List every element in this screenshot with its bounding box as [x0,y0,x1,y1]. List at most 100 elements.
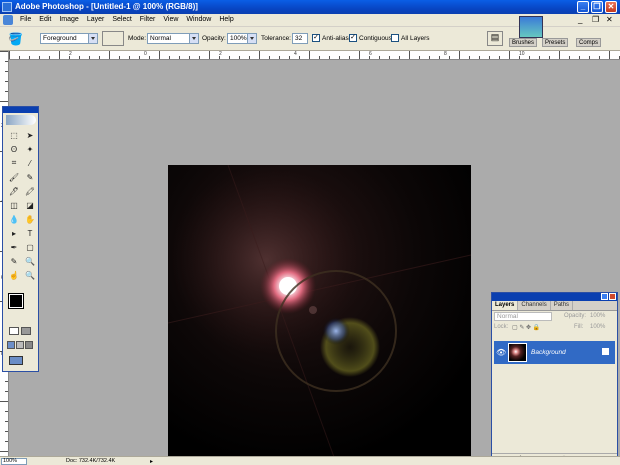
mode-select[interactable]: Normal [147,33,199,44]
menu-list: File Edit Image Layer Select Filter View Window… [16,16,238,23]
standard-screen-icon[interactable] [7,341,15,349]
ruler-tick [5,411,8,412]
tool-7-icon[interactable]: ✎ [23,171,37,183]
full-screen-icon[interactable] [25,341,33,349]
pattern-picker[interactable] [102,31,124,46]
layers-palette-header[interactable] [492,293,617,301]
jump-to-imageready-icon[interactable] [9,356,23,365]
ruler-tick [609,51,610,59]
menu-window[interactable]: Window [182,16,215,23]
menu-select[interactable]: Select [108,16,135,23]
fill-source-select[interactable]: Foreground [40,33,98,44]
tool-8-icon[interactable]: 🖊 [7,185,21,197]
tool-15-icon[interactable]: T [23,227,37,239]
ruler-label: 10 [519,51,525,57]
menu-filter[interactable]: Filter [136,16,160,23]
tool-2-icon[interactable]: ʘ [7,143,21,155]
ruler-tick [5,81,8,82]
mode-value: Normal [150,35,171,42]
ruler-tick [209,51,210,59]
comps-tab[interactable]: Comps [576,38,602,47]
foreground-color-swatch[interactable] [8,293,24,309]
title-bar: Adobe Photoshop - [Untitled-1 @ 100% (RG… [0,0,620,14]
ruler-tick [0,401,8,402]
menu-edit[interactable]: Edit [35,16,55,23]
menu-layer[interactable]: Layer [83,16,109,23]
status-menu-arrow-icon[interactable]: ▸ [150,458,153,465]
doc-minimize-button[interactable]: _ [578,15,582,24]
ruler-tick [549,56,550,59]
all-layers-label: All Layers [401,35,430,42]
lock-icons[interactable]: ▢ ✎ ✥ 🔒 [512,324,540,331]
layer-row-background[interactable]: 👁 Background [494,341,615,364]
close-button[interactable]: ✕ [605,1,617,13]
contiguous-checkbox[interactable]: ✓ [349,34,357,42]
layer-opacity-value[interactable]: 100% [590,313,605,319]
file-browser-icon[interactable]: ▤ [487,31,503,46]
menu-view[interactable]: View [159,16,182,23]
tool-13-icon[interactable]: ✋ [23,213,37,225]
ruler-tick [249,56,250,59]
tab-channels[interactable]: Channels [518,301,551,310]
tool-10-icon[interactable]: ◫ [7,199,21,211]
layer-thumbnail [508,343,527,362]
menu-image[interactable]: Image [55,16,82,23]
all-layers-checkbox[interactable] [391,34,399,42]
maximize-button[interactable]: ❐ [591,1,603,13]
zoom-input[interactable]: 100% [1,458,27,465]
fill-value[interactable]: 100% [590,324,605,330]
tool-1-icon[interactable]: ➤ [23,129,37,141]
tool-4-icon[interactable]: ⌗ [7,157,21,169]
horizontal-ruler: 2 0 2 4 6 8 10 [9,51,620,60]
menu-file[interactable]: File [16,16,35,23]
layer-blend-select[interactable]: Normal [494,312,552,321]
tool-12-icon[interactable]: 💧 [7,213,21,225]
tool-16-icon[interactable]: ✒ [7,241,21,253]
doc-close-button[interactable]: ✕ [606,15,613,24]
ruler-tick [19,56,20,59]
tool-14-icon[interactable]: ▸ [7,227,21,239]
tab-paths[interactable]: Paths [551,301,574,310]
ruler-tick [139,56,140,59]
tool-6-icon[interactable]: 🖌 [7,171,21,183]
tool-19-icon[interactable]: 🔍 [23,255,37,267]
visibility-eye-icon[interactable]: 👁 [496,348,506,357]
tool-11-icon[interactable]: ◪ [23,199,37,211]
adobe-feather-icon[interactable] [5,115,36,125]
palette-close-button[interactable] [609,293,616,300]
tool-3-icon[interactable]: ✦ [23,143,37,155]
document-icon[interactable] [3,15,13,25]
antialias-checkbox[interactable]: ✓ [312,34,320,42]
full-screen-menu-icon[interactable] [16,341,24,349]
standard-mode-icon[interactable] [9,327,19,335]
tool-18-icon[interactable]: ✎ [7,255,21,267]
tolerance-input[interactable]: 32 [292,33,308,44]
ruler-tick [459,51,460,59]
image-canvas[interactable] [168,165,471,465]
minimize-button[interactable]: _ [577,1,589,13]
tools-palette-header[interactable] [3,107,38,113]
doc-restore-button[interactable]: ❐ [592,15,599,24]
ruler-tick [499,56,500,59]
brushes-tab[interactable]: Brushes [509,38,538,47]
ruler-tick [59,51,60,59]
tool-20-icon[interactable]: ☝ [7,269,21,281]
ruler-tick [5,61,8,62]
menu-help[interactable]: Help [215,16,237,23]
tool-9-icon[interactable]: 🖍 [23,185,37,197]
tool-5-icon[interactable]: ⁄ [23,157,37,169]
quick-mask-mode-icon[interactable] [21,327,31,335]
palette-minimize-button[interactable] [601,293,608,300]
paint-bucket-tool-icon[interactable]: 🪣 [8,32,26,46]
tool-17-icon[interactable]: ▢ [23,241,37,253]
ruler-tick [379,56,380,59]
tool-21-icon[interactable]: 🔍 [23,269,37,281]
ruler-tick [419,56,420,59]
opacity-input[interactable]: 100% [227,33,257,44]
ruler-tick [599,56,600,59]
tool-0-icon[interactable]: ⬚ [7,129,21,141]
presets-tab[interactable]: Presets [542,38,569,47]
tab-layers[interactable]: Layers [492,301,519,310]
ruler-tick [329,56,330,59]
lock-label: Lock: [494,324,509,330]
